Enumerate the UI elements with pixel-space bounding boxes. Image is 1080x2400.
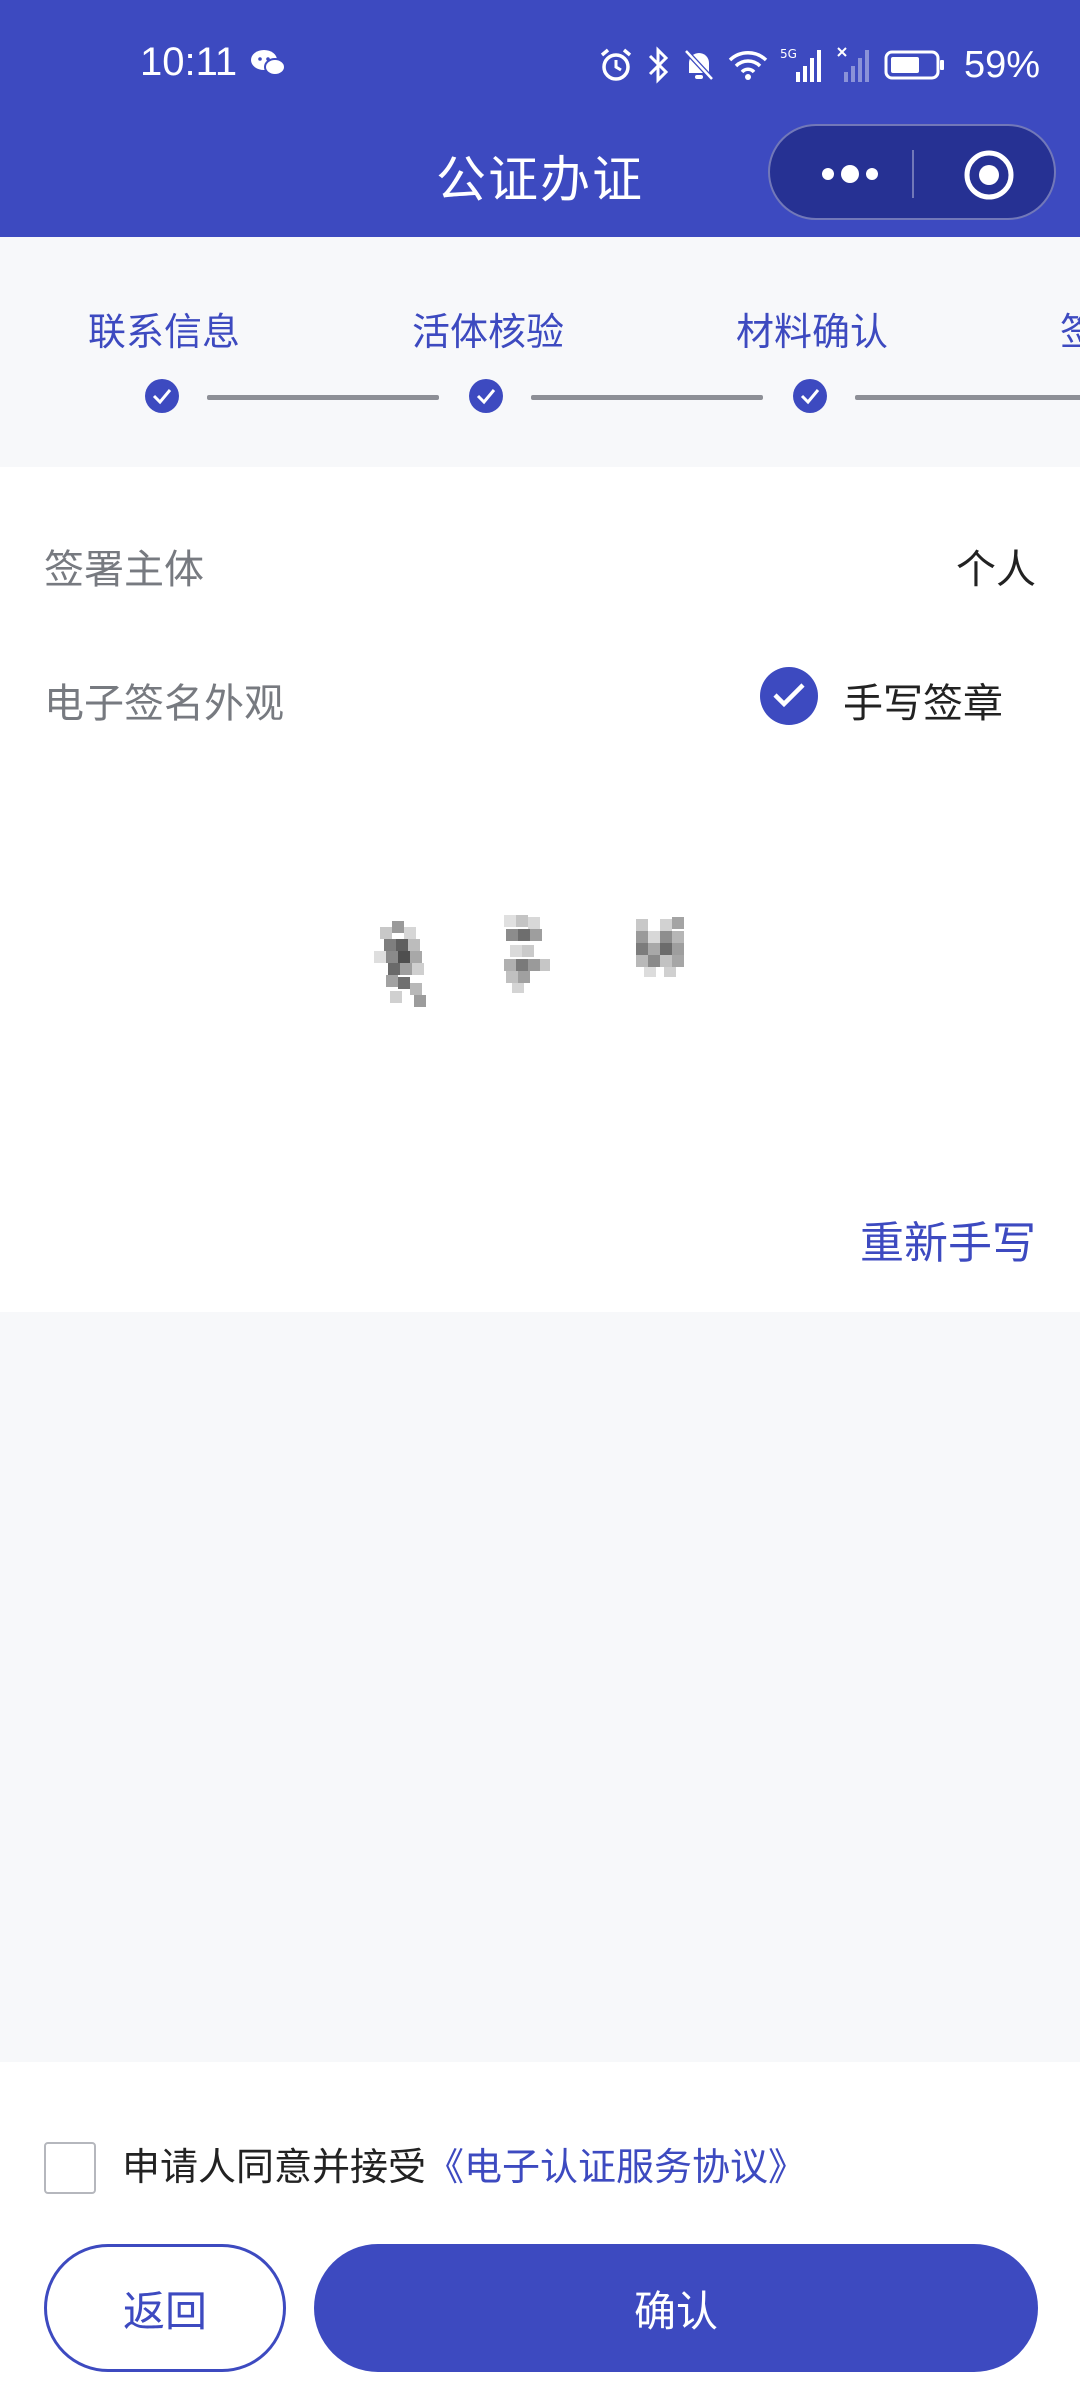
agreement-text: 申请人同意并接受《电子认证服务协议》 [122,2136,806,2191]
step-label-sign: 签 [1060,310,1080,354]
step-label-materials: 材料确认 [736,310,889,354]
signer-label: 签署主体 [44,547,204,593]
signer-value: 个人 [956,547,1036,593]
wechat-icon [251,50,286,76]
bluetooth-icon [648,46,669,84]
rewrite-signature-link[interactable]: 重新手写 [860,1207,1036,1271]
step-check-icon [145,379,179,413]
step-connector [207,395,439,400]
close-target-icon[interactable] [962,148,1016,202]
header: 10:11 5G 59% 公证办证 [0,0,1080,237]
signal-icon: 5G [780,47,821,82]
signature-char [504,915,550,993]
mini-program-capsule [768,124,1056,220]
status-time: 10:11 [140,40,238,84]
signature-char [636,917,684,977]
step-connector [855,395,1080,400]
step-label-contact: 联系信息 [88,310,241,354]
progress-steps: 联系信息 活体核验 材料确认 签 [0,237,1080,467]
signature-char [374,921,426,1007]
battery-icon [884,50,944,80]
appearance-label: 电子签名外观 [44,681,284,727]
alarm-icon [600,48,632,81]
agreement-link[interactable]: 《电子认证服务协议》 [426,2145,806,2189]
status-icons: 5G 59% [598,42,1040,88]
battery-percent: 59% [963,43,1040,86]
handwritten-option-label[interactable]: 手写签章 [843,671,1003,729]
capsule-divider [912,150,914,198]
svg-text:5G: 5G [780,47,797,61]
back-button[interactable]: 返回 [44,2244,286,2372]
step-label-liveness: 活体核验 [412,310,565,354]
mute-icon [684,49,714,81]
signature-form: 签署主体 个人 电子签名外观 手写签章 重新手写 [0,467,1080,1312]
wifi-icon [728,51,768,80]
agreement-checkbox[interactable] [44,2142,96,2194]
step-check-icon [793,379,827,413]
signature-preview-image [374,915,684,1007]
handwritten-checkbox[interactable] [760,667,818,725]
status-bar: 10:11 5G 59% [0,0,1080,130]
signal-icon-secondary [837,47,869,82]
step-connector [531,395,763,400]
confirm-button[interactable]: 确认 [314,2244,1038,2372]
agreement-prefix: 申请人同意并接受 [122,2145,427,2189]
more-icon[interactable] [810,156,890,192]
page: 10:11 5G 59% 公证办证 联系信息 活体核验 材料确认 签 签署主体 … [0,0,1080,2400]
bottom-action-bar: 申请人同意并接受《电子认证服务协议》 返回 确认 [0,2062,1080,2400]
step-check-icon [469,379,503,413]
